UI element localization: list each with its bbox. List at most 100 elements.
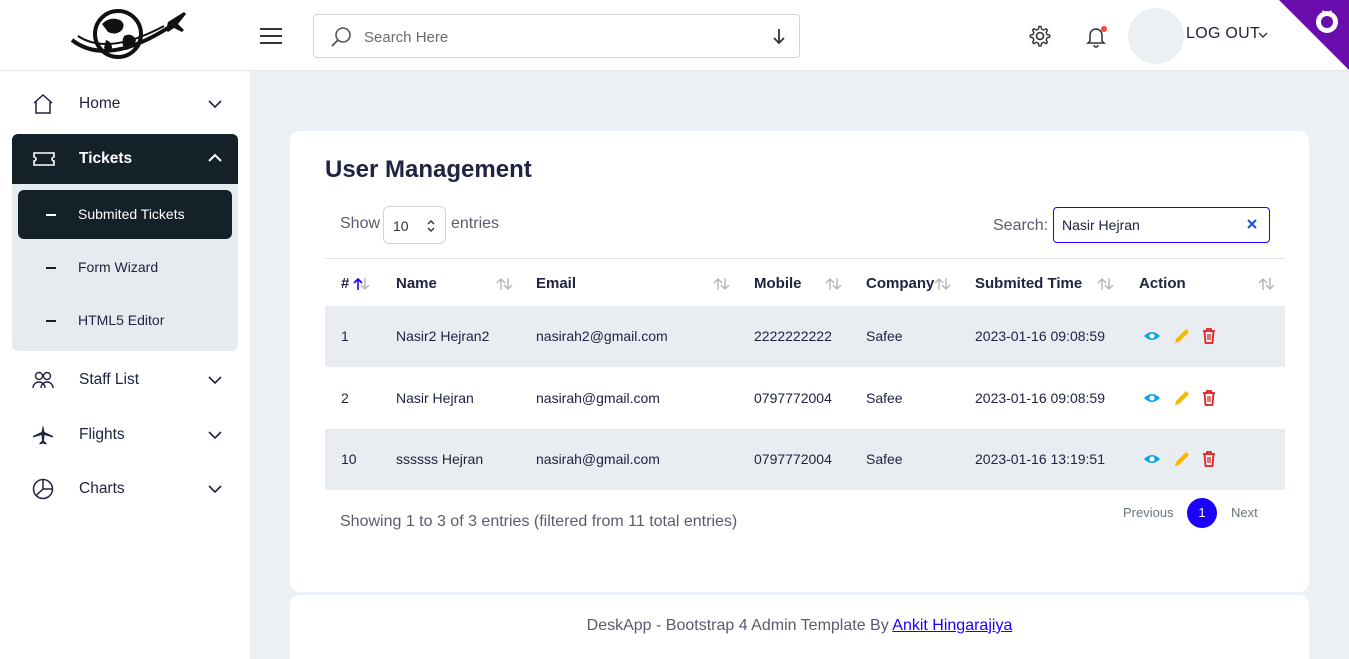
cell-company: Safee <box>866 390 903 406</box>
cell-submited-time: 2023-01-16 13:19:51 <box>975 451 1105 467</box>
sidebar-item-charts[interactable]: Charts <box>12 464 238 514</box>
sidebar-item-label: Tickets <box>79 150 133 167</box>
cell-id: 2 <box>341 390 349 406</box>
footer-credit: DeskApp - Bootstrap 4 Admin Template By <box>586 617 893 634</box>
table-search-box <box>1053 207 1270 243</box>
dash-icon <box>46 320 56 322</box>
cell-email: nasirah@gmail.com <box>536 390 660 406</box>
sidebar-item-label: Staff List <box>79 371 140 388</box>
column-header-name[interactable]: Name <box>396 275 437 292</box>
column-header-id[interactable]: # <box>341 275 349 292</box>
user-management-card: User Management Show 10 entries Search: … <box>290 131 1309 592</box>
sidebar-subitem-form-wizard[interactable]: Form Wizard <box>18 243 232 292</box>
sidebar-item-label: Flights <box>79 426 125 443</box>
sidebar-subitem-label: Form Wizard <box>78 259 159 275</box>
column-header-email[interactable]: Email <box>536 275 576 292</box>
show-label: Show <box>340 215 381 232</box>
hamburger-menu-icon[interactable] <box>260 26 282 46</box>
delete-trash-icon[interactable] <box>1200 450 1218 468</box>
cell-name: Nasir Hejran <box>396 390 474 406</box>
table-row: 1 Nasir2 Hejran2 nasirah2@gmail.com 2222… <box>325 306 1285 367</box>
chevron-down-icon <box>208 431 222 440</box>
sidebar-item-tickets[interactable]: Tickets <box>12 134 238 184</box>
search-icon <box>331 27 351 47</box>
github-corner-icon[interactable] <box>1279 0 1349 70</box>
logout-button[interactable]: LOG OUT <box>1186 25 1260 43</box>
sidebar-item-home[interactable]: Home <box>12 79 238 129</box>
sidebar-item-flights[interactable]: Flights <box>12 410 238 460</box>
table-search-label: Search: <box>993 217 1049 234</box>
cell-mobile: 0797772004 <box>754 390 832 406</box>
table-info-text: Showing 1 to 3 of 3 entries (filtered fr… <box>340 513 738 530</box>
sidebar-item-staff-list[interactable]: Staff List <box>12 355 238 405</box>
column-header-mobile[interactable]: Mobile <box>754 275 802 292</box>
chevron-down-icon[interactable] <box>1257 30 1269 40</box>
page-length-value: 10 <box>393 218 409 234</box>
pagination-previous[interactable]: Previous <box>1123 505 1174 520</box>
cell-email: nasirah2@gmail.com <box>536 328 668 344</box>
page-title: User Management <box>325 156 532 183</box>
cell-submited-time: 2023-01-16 09:08:59 <box>975 390 1105 406</box>
column-header-submited-time[interactable]: Submited Time <box>975 275 1082 292</box>
arrow-down-icon[interactable] <box>769 26 789 48</box>
sort-icon[interactable] <box>1096 276 1116 292</box>
pie-chart-icon <box>32 478 54 500</box>
entries-label: entries <box>451 215 500 232</box>
chevron-up-icon <box>208 153 222 162</box>
sidebar-item-label: Charts <box>79 480 125 497</box>
edit-pencil-icon[interactable] <box>1173 450 1191 468</box>
view-eye-icon[interactable] <box>1143 327 1161 345</box>
sort-icon[interactable] <box>933 276 953 292</box>
table-header: # Name Email Mobile Company Submited Tim… <box>325 258 1285 306</box>
column-header-action[interactable]: Action <box>1139 275 1186 292</box>
select-arrows-icon <box>427 220 435 232</box>
ticket-icon <box>33 152 55 166</box>
view-eye-icon[interactable] <box>1143 389 1161 407</box>
airplane-icon <box>33 425 53 445</box>
view-eye-icon[interactable] <box>1143 450 1161 468</box>
home-icon <box>33 93 53 114</box>
footer: DeskApp - Bootstrap 4 Admin Template By … <box>290 595 1309 659</box>
sidebar-subitem-submited-tickets[interactable]: Submited Tickets <box>18 190 232 239</box>
dash-icon <box>46 214 56 216</box>
cell-mobile: 2222222222 <box>754 328 832 344</box>
page-length-select[interactable]: 10 <box>383 206 446 244</box>
cell-submited-time: 2023-01-16 09:08:59 <box>975 328 1105 344</box>
edit-pencil-icon[interactable] <box>1173 327 1191 345</box>
chevron-down-icon <box>208 100 222 109</box>
cell-id: 1 <box>341 328 349 344</box>
sidebar-tickets-group: Tickets Submited Tickets Form Wizard HTM… <box>12 134 238 351</box>
chevron-down-icon <box>208 485 222 494</box>
table-search-input[interactable] <box>1062 214 1242 236</box>
settings-gear-icon[interactable] <box>1028 24 1052 48</box>
sort-asc-icon[interactable] <box>352 276 372 292</box>
delete-trash-icon[interactable] <box>1200 389 1218 407</box>
pagination-next[interactable]: Next <box>1231 505 1258 520</box>
sort-icon[interactable] <box>495 276 515 292</box>
user-avatar[interactable] <box>1128 8 1184 64</box>
edit-pencil-icon[interactable] <box>1173 389 1191 407</box>
sidebar-subitem-label: HTML5 Editor <box>78 312 165 328</box>
pagination-page-current[interactable]: 1 <box>1187 498 1217 528</box>
sort-icon[interactable] <box>824 276 844 292</box>
sort-icon[interactable] <box>1257 276 1277 292</box>
footer-author-link[interactable]: Ankit Hingarajiya <box>892 617 1012 634</box>
header-search-box <box>313 14 800 58</box>
delete-trash-icon[interactable] <box>1200 327 1218 345</box>
brand-logo-icon[interactable] <box>68 6 188 66</box>
chevron-down-icon <box>208 376 222 385</box>
top-header: LOG OUT <box>0 0 1349 71</box>
cell-email: nasirah@gmail.com <box>536 451 660 467</box>
column-header-company[interactable]: Company <box>866 275 934 292</box>
cell-name: ssssss Hejran <box>396 451 484 467</box>
cell-id: 10 <box>341 451 357 467</box>
header-search-input[interactable] <box>364 23 754 51</box>
dash-icon <box>46 267 56 269</box>
table-row: 2 Nasir Hejran nasirah@gmail.com 0797772… <box>325 368 1285 429</box>
footer-text: DeskApp - Bootstrap 4 Admin Template By … <box>290 617 1309 635</box>
users-icon <box>32 371 54 389</box>
sidebar-subitem-html5-editor[interactable]: HTML5 Editor <box>18 296 232 345</box>
cell-company: Safee <box>866 328 903 344</box>
clear-icon[interactable] <box>1246 218 1258 230</box>
sort-icon[interactable] <box>712 276 732 292</box>
